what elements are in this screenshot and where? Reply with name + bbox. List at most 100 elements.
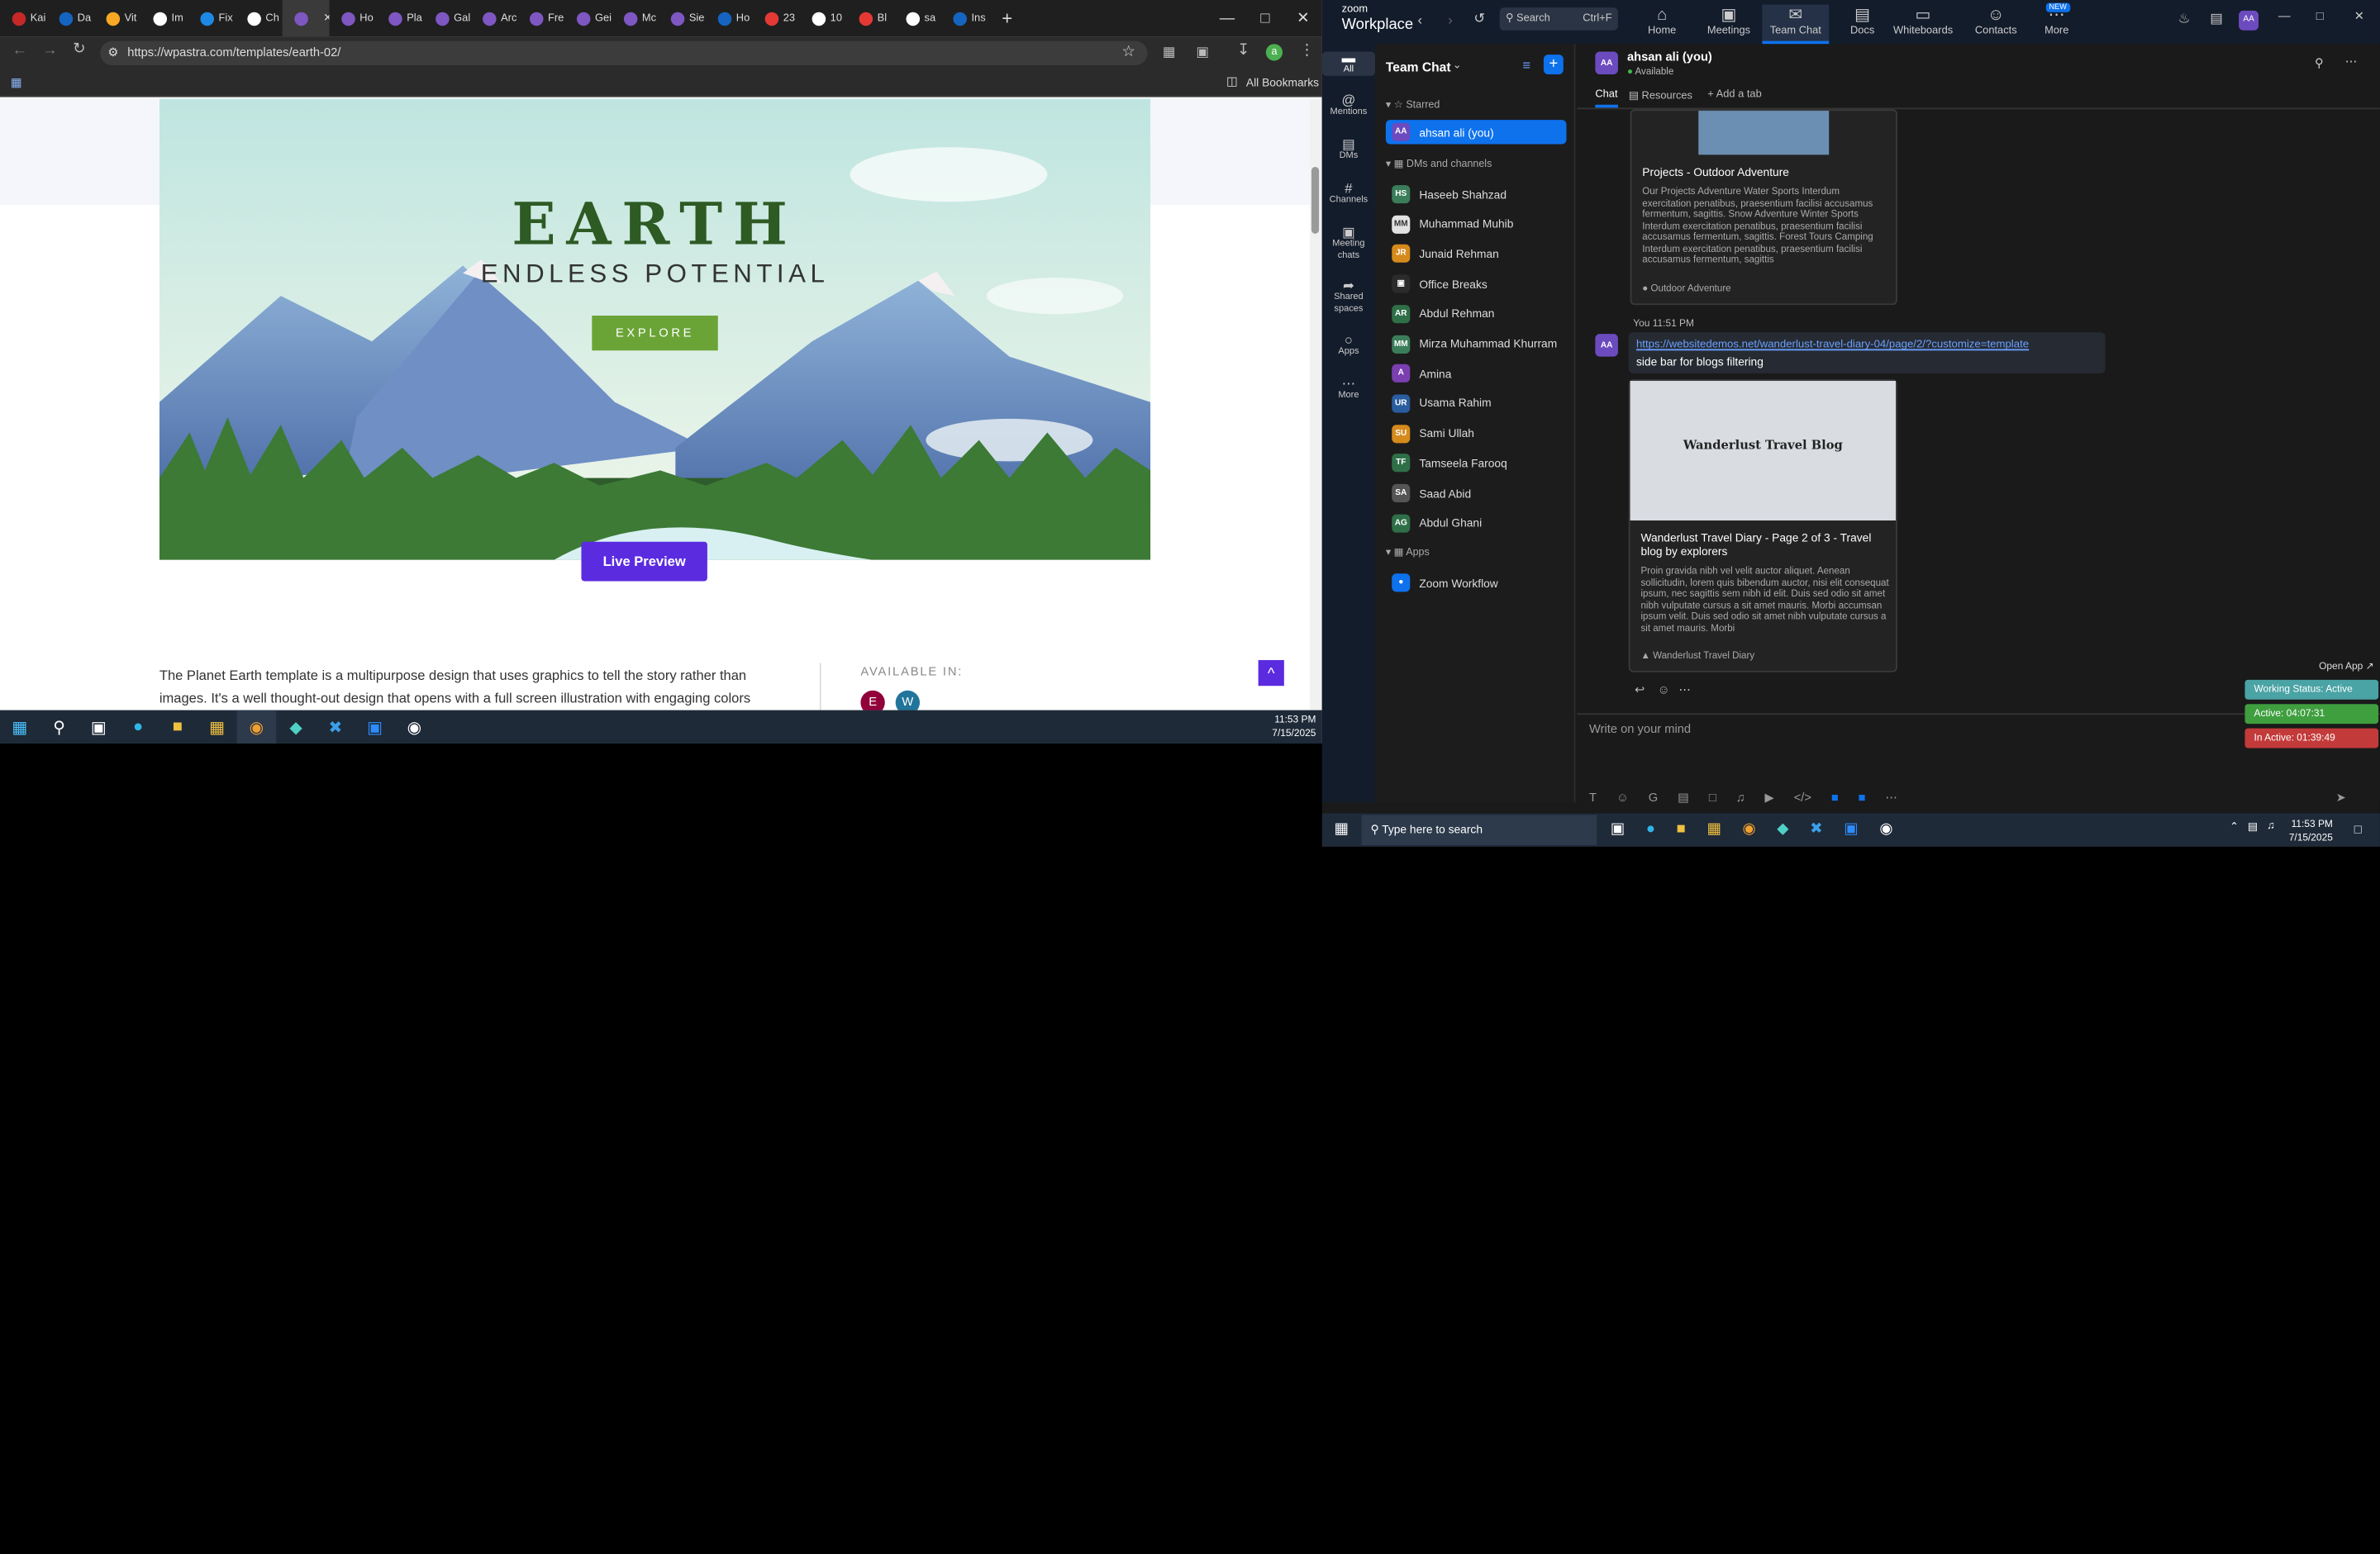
browser-tab[interactable]: 23 <box>753 0 800 36</box>
chat-more-icon[interactable]: ⋯ <box>2345 55 2358 69</box>
calendar-icon[interactable]: ▤ <box>2210 11 2223 27</box>
browser-tab[interactable]: Kai <box>0 0 47 36</box>
contact-item[interactable]: MM Mirza Muhammad Khurram <box>1386 331 1567 355</box>
menu-kebab-icon[interactable]: ⋮ <box>1299 42 1314 59</box>
nav-contacts[interactable]: ☺ Contacts <box>1963 5 2030 36</box>
zoom-taskbar-icon[interactable]: ▣ <box>355 710 395 744</box>
vscode-icon[interactable]: ✖ <box>1810 821 1822 838</box>
browser-tab[interactable]: Fix <box>188 0 236 36</box>
rail-dms[interactable]: ▤ DMs <box>1322 137 1375 162</box>
taskbar-search-box[interactable]: ⚲ Type here to search <box>1361 815 1597 846</box>
reload-icon[interactable]: ↻ <box>73 41 85 58</box>
edge-icon[interactable]: ● <box>1646 821 1655 838</box>
reply-icon[interactable]: ↩ <box>1635 683 1645 697</box>
browser-tab[interactable]: Fre <box>517 0 564 36</box>
notifications-bell-icon[interactable]: ♨ <box>2178 11 2191 27</box>
store-icon[interactable]: ▦ <box>198 710 237 744</box>
browser-tab[interactable]: Ins <box>941 0 988 36</box>
chat-search-icon[interactable]: ⚲ <box>2315 56 2324 70</box>
scroll-to-top-button[interactable]: ^ <box>1258 659 1284 687</box>
contact-item[interactable]: MM Muhammad Muhib <box>1386 212 1567 236</box>
browser-tab[interactable]: Bl <box>847 0 894 36</box>
chevron-down-icon[interactable]: ⌄ <box>1453 59 1462 71</box>
browser-tab[interactable]: 10 <box>800 0 847 36</box>
browser-tab[interactable]: Mc <box>612 0 659 36</box>
contact-item[interactable]: AR Abdul Rehman <box>1386 302 1567 326</box>
browser-tab[interactable]: Ch <box>236 0 283 36</box>
video-icon[interactable]: ▶ <box>1765 791 1774 805</box>
link-preview-card-wanderlust[interactable]: Wanderlust Travel Blog Wanderlust Travel… <box>1628 379 1897 672</box>
bookmark-star-icon[interactable]: ☆ <box>1121 41 1135 65</box>
vscode-icon[interactable]: ✖ <box>316 710 355 744</box>
browser-tab[interactable]: Pla <box>377 0 424 36</box>
all-bookmarks-link[interactable]: All Bookmarks <box>1246 76 1319 90</box>
message-more-icon[interactable]: ⋯ <box>1678 683 1691 697</box>
close-icon[interactable]: ✕ <box>1284 10 1322 26</box>
apps-grid-icon[interactable]: ▦ <box>11 76 22 90</box>
message-bubble[interactable]: https://websitedemos.net/wanderlust-trav… <box>1628 332 2106 373</box>
gif-icon[interactable]: G <box>1649 791 1658 805</box>
page-scrollbar[interactable] <box>1310 98 1322 710</box>
maximize-icon[interactable]: □ <box>2316 9 2324 23</box>
rail-more[interactable]: ⋯ More <box>1322 377 1375 402</box>
contact-item[interactable]: A Amina <box>1386 361 1567 385</box>
file-explorer-icon[interactable]: ■ <box>158 710 198 744</box>
network-icon[interactable]: ▤ <box>2248 821 2258 833</box>
composer-input[interactable]: Write on your mind <box>1589 722 2226 736</box>
nav-whiteboards[interactable]: ▭ Whiteboards <box>1890 5 1957 36</box>
chat-tab-add[interactable]: + Add a tab <box>1707 89 1761 100</box>
live-preview-button[interactable]: Live Preview <box>581 541 707 582</box>
audio-icon[interactable]: ♫ <box>1736 791 1745 805</box>
edge-icon[interactable]: ● <box>118 710 158 744</box>
history-icon[interactable]: ↺ <box>1473 11 1485 27</box>
file-icon[interactable]: ▤ <box>1678 791 1689 805</box>
extensions-icon[interactable]: ▦ <box>1163 44 1176 60</box>
browser-tab[interactable]: Ho <box>706 0 753 36</box>
copilot-icon[interactable]: ◆ <box>276 710 316 744</box>
link-preview-card-outdoor[interactable]: Projects - Outdoor Adventure Our Project… <box>1630 109 1897 306</box>
close-icon[interactable]: ✕ <box>2354 9 2364 23</box>
contact-item[interactable]: SU Sami Ullah <box>1386 421 1567 445</box>
search-icon[interactable]: ⚲ <box>40 710 79 744</box>
profile-avatar[interactable]: a <box>1265 44 1283 61</box>
send-icon[interactable]: ➤ <box>2336 791 2346 805</box>
volume-icon[interactable]: ♫ <box>2267 821 2275 834</box>
app-blue-icon-2[interactable]: ■ <box>1859 791 1866 805</box>
emoji-reaction-icon[interactable]: ☺ <box>1658 683 1670 697</box>
rail-channels[interactable]: # Channels <box>1322 181 1375 206</box>
zoom-taskbar-icon[interactable]: ▣ <box>1844 821 1858 838</box>
code-icon[interactable]: </> <box>1794 791 1811 805</box>
back-arrow-icon[interactable]: ‹ <box>1417 12 1422 27</box>
app-blue-icon[interactable]: ■ <box>1831 791 1839 805</box>
back-icon[interactable]: ← <box>12 42 27 59</box>
browser-tab[interactable]: Sie <box>659 0 706 36</box>
maximize-icon[interactable]: □ <box>1246 10 1284 26</box>
format-icon[interactable]: T <box>1589 791 1597 805</box>
contact-item[interactable]: HS Haseeb Shahzad <box>1386 182 1567 206</box>
rail-meeting-chats[interactable]: ▣ Meeting chats <box>1322 226 1375 263</box>
nav-docs[interactable]: ▤ Docs <box>1829 5 1896 36</box>
notification-center-icon[interactable]: □ <box>2354 822 2362 836</box>
contact-item[interactable]: UR Usama Rahim <box>1386 392 1567 416</box>
tab-close-icon[interactable]: ✕ <box>323 12 329 25</box>
app-taskbar-icon[interactable]: ◉ <box>1879 821 1892 838</box>
site-info-icon[interactable]: ⚙ <box>107 41 118 65</box>
puzzle-icon[interactable]: ▣ <box>1196 44 1209 60</box>
windows-start-icon[interactable]: ▦ <box>1334 821 1348 838</box>
new-tab-button[interactable]: + <box>988 7 1026 29</box>
chrome-icon[interactable]: ◉ <box>236 710 277 744</box>
taskbar-clock[interactable]: 11:53 PM 7/15/2025 <box>2289 818 2333 845</box>
browser-tab[interactable]: Arc <box>470 0 517 36</box>
apps-section[interactable]: ▾ ▦ Apps <box>1386 546 1430 558</box>
message-link[interactable]: https://websitedemos.net/wanderlust-trav… <box>1636 337 2029 351</box>
screenshot-icon[interactable]: □ <box>1709 791 1716 805</box>
browser-tab[interactable]: Im <box>141 0 188 36</box>
chat-tab-resources[interactable]: ▤ Resources <box>1629 89 1692 102</box>
download-icon[interactable]: ↧ <box>1237 42 1250 59</box>
zoom-search-box[interactable]: ⚲ Search Ctrl+F <box>1499 7 1618 31</box>
browser-tab[interactable]: Vit <box>94 0 141 36</box>
nav-meetings[interactable]: ▣ Meetings <box>1696 5 1763 36</box>
task-view-icon[interactable]: ▣ <box>79 710 119 744</box>
address-bar[interactable]: ⚙ https://wpastra.com/templates/earth-02… <box>100 40 1148 65</box>
contact-item[interactable]: ▣ Office Breaks <box>1386 272 1567 296</box>
